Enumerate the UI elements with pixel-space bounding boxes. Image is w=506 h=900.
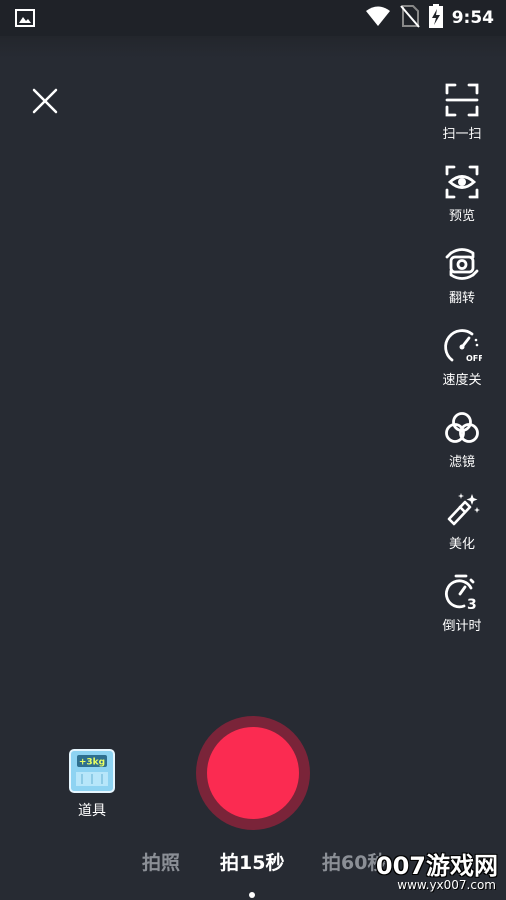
tool-filter[interactable]: 滤镜 (428, 408, 496, 490)
flip-camera-icon (445, 248, 479, 280)
status-shadow (0, 36, 506, 58)
props-badge: +3kg (79, 758, 105, 768)
record-button-inner (207, 727, 299, 819)
status-bar: 9:54 (0, 0, 506, 36)
tool-beautify[interactable]: 美化 (428, 490, 496, 572)
speed-off-icon: OFF (444, 329, 482, 363)
filter-icon (445, 412, 479, 443)
mode-photo[interactable]: 拍照 (142, 848, 180, 875)
props-label: 道具 (78, 803, 106, 819)
mode-15s[interactable]: 拍15秒 (220, 848, 284, 875)
tool-label: 速度关 (442, 373, 482, 388)
svg-text:3: 3 (467, 597, 477, 612)
battery-charging-icon (428, 4, 443, 32)
tool-scan[interactable]: 扫一扫 (428, 80, 496, 162)
tool-preview[interactable]: 预览 (428, 162, 496, 244)
tool-label: 预览 (448, 209, 475, 224)
tool-label: 翻转 (448, 291, 475, 306)
tool-flip[interactable]: 翻转 (428, 244, 496, 326)
tool-label: 滤镜 (448, 455, 475, 470)
tool-label: 倒计时 (442, 619, 482, 634)
tool-label: 美化 (448, 537, 475, 552)
active-mode-indicator (249, 892, 255, 898)
scale-sticker-icon: +3kg (69, 749, 115, 793)
watermark-title: 007游戏网 (375, 852, 498, 880)
close-icon[interactable] (28, 84, 62, 118)
svg-text:OFF: OFF (466, 354, 482, 363)
camera-toolbar: 扫一扫 预览 翻转 OFF 速度关 滤镜 美化 3 倒计时 (428, 80, 496, 654)
beautify-wand-icon (447, 493, 480, 526)
image-icon (14, 7, 36, 33)
record-button[interactable] (196, 716, 310, 830)
watermark-url: www.yx007.com (397, 878, 496, 892)
tool-speed[interactable]: OFF 速度关 (428, 326, 496, 408)
wifi-icon (365, 5, 391, 31)
tool-label: 扫一扫 (442, 127, 482, 142)
countdown-timer-icon: 3 (445, 574, 477, 612)
scan-icon (445, 83, 479, 117)
tool-countdown[interactable]: 3 倒计时 (428, 572, 496, 654)
props-button[interactable]: +3kg 道具 (66, 748, 118, 820)
watermark: 007游戏网 www.yx007.com (366, 846, 506, 900)
status-time: 9:54 (451, 8, 494, 28)
preview-eye-icon (445, 165, 479, 199)
no-sim-icon (399, 4, 420, 32)
